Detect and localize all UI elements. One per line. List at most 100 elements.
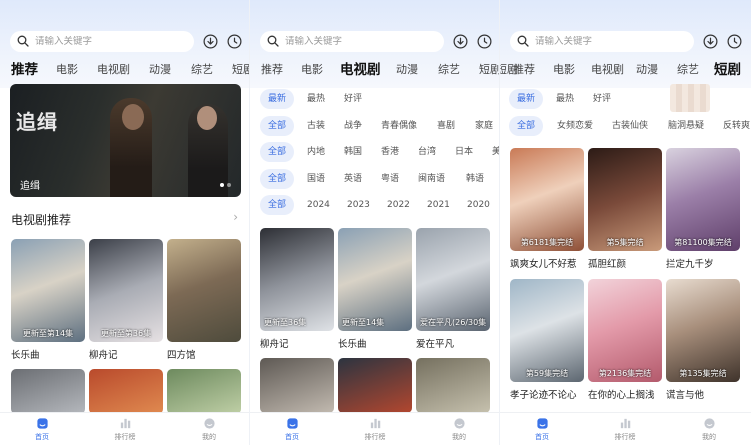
nav-home[interactable]: 首页 [522,417,562,442]
poster-card[interactable] [89,369,163,414]
poster-card[interactable] [167,369,241,414]
poster-card[interactable]: 爱在平凡(26/30集 [416,228,490,331]
filter-chip[interactable]: 2023 [347,195,370,215]
filter-chip[interactable]: 台湾 [418,142,436,162]
poster-title[interactable]: 四方馆 [167,347,196,361]
tab-variety[interactable]: 综艺 [191,60,213,80]
filter-chip[interactable]: 美 [492,142,499,162]
download-icon[interactable] [203,34,218,49]
history-icon[interactable] [227,34,242,49]
filter-chip[interactable]: 全部 [260,116,295,136]
filter-chip[interactable]: 古装仙侠 [612,116,648,136]
history-icon[interactable] [727,34,742,49]
poster-card[interactable]: 第135集完结 [666,279,740,382]
tab-short[interactable]: 短剧 [479,60,499,80]
nav-profile[interactable]: 我的 [689,417,729,442]
poster-title[interactable]: 拦定九千岁 [666,256,714,270]
filter-chip[interactable]: 最热 [307,89,325,109]
poster-card[interactable] [11,369,85,414]
poster-card[interactable]: 第5集完结 [588,148,662,251]
nav-home[interactable]: 首页 [272,417,312,442]
filter-chip[interactable]: 青春偶像 [381,116,417,136]
filter-chip[interactable]: 粤语 [381,169,399,189]
tab-short[interactable]: 短剧 [232,60,249,80]
poster-card[interactable] [338,358,412,413]
history-icon[interactable] [477,34,492,49]
tab-short-active[interactable]: 短剧 [714,60,741,80]
filter-chip[interactable]: 全部 [260,195,295,215]
download-icon[interactable] [703,34,718,49]
filter-chip[interactable]: 最新 [260,89,295,109]
poster-title[interactable]: 飒爽女儿不好惹 [510,256,577,270]
filter-chip[interactable]: 古装 [307,116,325,136]
search-input[interactable] [35,35,165,47]
poster-title[interactable]: 长乐曲 [11,347,40,361]
filter-chip[interactable]: 全部 [260,169,295,189]
poster-card[interactable] [416,358,490,413]
tab-anime[interactable]: 动漫 [396,60,418,80]
chevron-right-icon[interactable]: › [233,210,238,224]
filter-chip[interactable]: 全部 [260,142,295,162]
filter-chip[interactable]: 英语 [344,169,362,189]
poster-title[interactable]: 柳舟记 [260,336,289,350]
search-box[interactable] [510,30,694,52]
filter-chip[interactable]: 韩国 [344,142,362,162]
filter-chip[interactable]: 最热 [556,89,574,109]
poster-title[interactable]: 孤胆红颜 [588,256,626,270]
poster-card[interactable]: 第59集完结 [510,279,584,382]
filter-chip[interactable]: 喜剧 [437,116,455,136]
tab-anime[interactable]: 动漫 [149,60,171,80]
search-box[interactable] [260,30,444,52]
tab-anime[interactable]: 动漫 [636,60,658,80]
filter-chip[interactable]: 国语 [307,169,325,189]
search-input[interactable] [535,35,665,47]
filter-chip[interactable]: 香港 [381,142,399,162]
filter-chip[interactable]: 最新 [509,89,544,109]
poster-card[interactable]: 第81100集完结 [666,148,740,251]
tab-recommend[interactable]: 推荐 [261,60,283,80]
poster-title[interactable]: 在你的心上搁浅 [588,387,655,401]
nav-profile[interactable]: 我的 [189,417,229,442]
filter-chip[interactable]: 脑洞悬疑 [668,116,704,136]
poster-title[interactable]: 孝子论迹不论心 [510,387,577,401]
poster-card[interactable] [260,358,334,413]
filter-chip[interactable]: 战争 [344,116,362,136]
poster-card[interactable]: 更新至36集 [260,228,334,331]
tab-movie[interactable]: 电影 [56,60,78,80]
tab-movie[interactable]: 电影 [553,60,575,80]
search-box[interactable] [10,30,194,52]
tab-recommend[interactable]: 推荐 [513,60,535,80]
poster-card[interactable]: 更新至第14集 [11,239,85,342]
filter-chip[interactable]: 好评 [344,89,362,109]
download-icon[interactable] [453,34,468,49]
filter-chip[interactable]: 2022 [387,195,410,215]
tab-tv[interactable]: 电视剧 [97,60,130,80]
search-input[interactable] [285,35,415,47]
nav-ranking[interactable]: 排行榜 [605,417,645,442]
filter-chip[interactable]: 反转爽 [723,116,750,136]
poster-card[interactable] [167,239,241,342]
nav-ranking[interactable]: 排行榜 [105,417,145,442]
poster-card[interactable]: 第2136集完结 [588,279,662,382]
filter-chip[interactable]: 女频恋爱 [557,116,593,136]
filter-chip[interactable]: 2021 [427,195,450,215]
filter-chip[interactable]: 闽南语 [418,169,445,189]
poster-card[interactable]: 第6181集完结 [510,148,584,251]
tab-tv[interactable]: 电视剧 [591,60,624,80]
filter-chip[interactable]: 好评 [593,89,611,109]
poster-card[interactable]: 更新至第36集 [89,239,163,342]
poster-title[interactable]: 柳舟记 [89,347,118,361]
filter-chip[interactable]: 内地 [307,142,325,162]
poster-card[interactable]: 更新至14集 [338,228,412,331]
tab-variety[interactable]: 综艺 [677,60,699,80]
nav-ranking[interactable]: 排行榜 [355,417,395,442]
tab-variety[interactable]: 综艺 [438,60,460,80]
tab-tv[interactable]: 电视剧 [340,60,381,80]
nav-home[interactable]: 首页 [22,417,62,442]
filter-chip[interactable]: 日本 [455,142,473,162]
poster-title[interactable]: 爱在平凡 [416,336,454,350]
filter-chip[interactable]: 2024 [307,195,330,215]
tab-movie[interactable]: 电影 [301,60,323,80]
nav-profile[interactable]: 我的 [439,417,479,442]
filter-chip[interactable]: 家庭 [475,116,493,136]
